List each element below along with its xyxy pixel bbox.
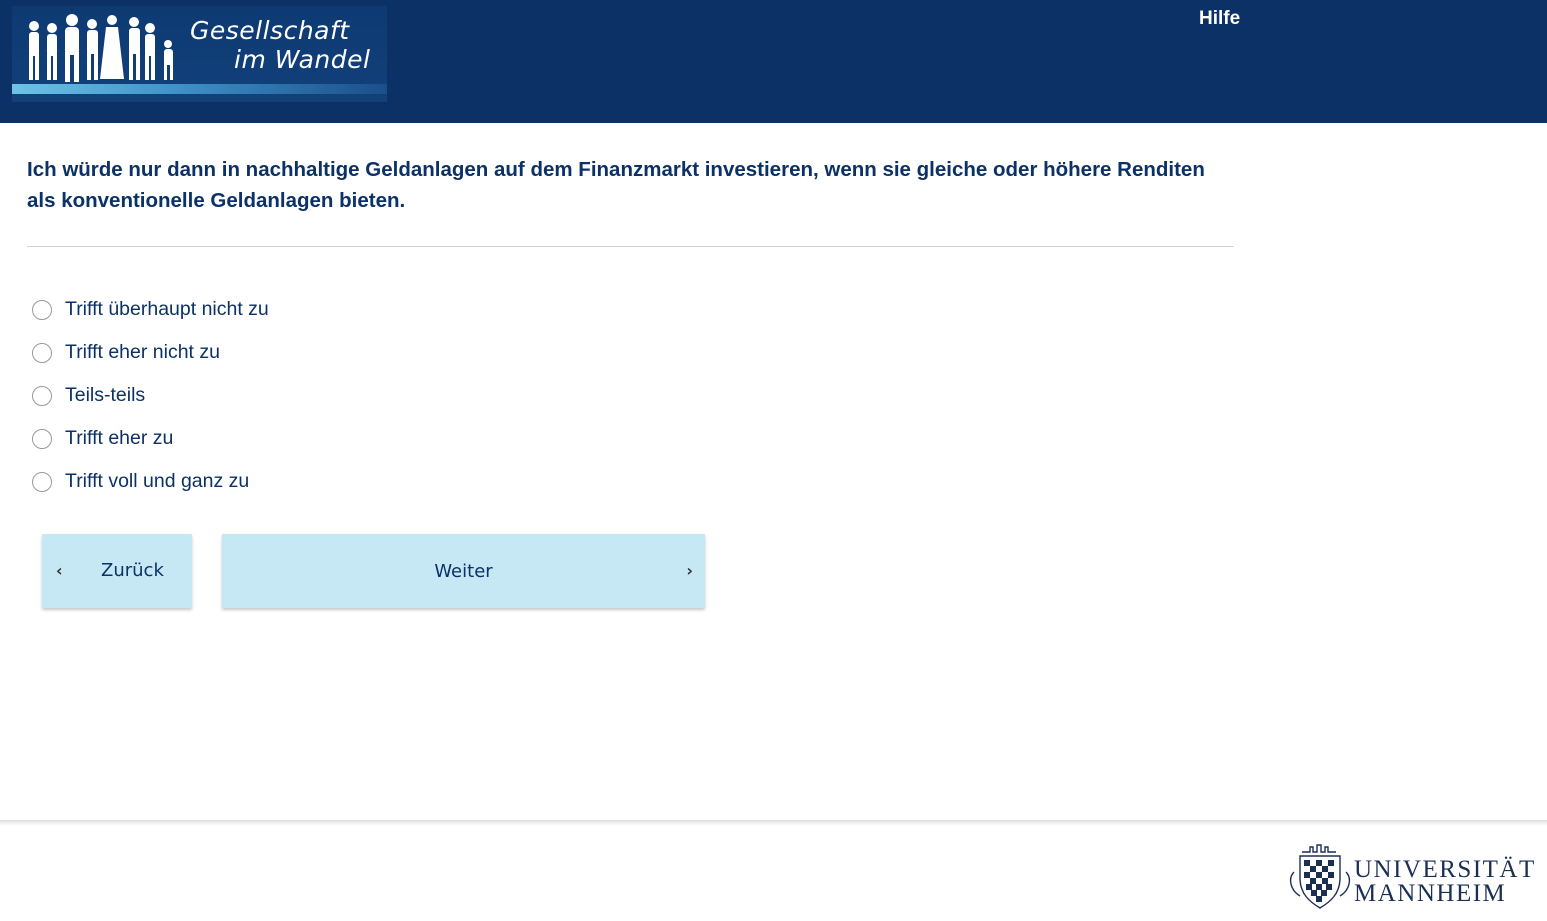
- help-link[interactable]: Hilfe: [1199, 8, 1240, 30]
- radio-button[interactable]: [32, 471, 52, 492]
- answer-options: Trifft überhaupt nicht zu Trifft eher ni…: [32, 288, 269, 503]
- radio-button[interactable]: [32, 385, 52, 406]
- university-name: UNIVERSITÄT MANNHEIM: [1354, 856, 1536, 907]
- logo-line-2: im Wandel: [234, 45, 371, 74]
- logo-text: Gesellschaft im Wandel: [190, 16, 370, 74]
- option-label: Teils-teils: [65, 384, 146, 406]
- radio-button[interactable]: [32, 428, 52, 449]
- next-button[interactable]: Weiter ›: [222, 534, 705, 608]
- option-trifft-voll-und-ganz-zu[interactable]: Trifft voll und ganz zu: [32, 460, 269, 503]
- header-bar: Gesellschaft im Wandel Hilfe: [0, 0, 1547, 123]
- option-teils-teils[interactable]: Teils-teils: [32, 374, 269, 417]
- back-button[interactable]: ‹ Zurück: [42, 534, 192, 608]
- option-trifft-eher-nicht-zu[interactable]: Trifft eher nicht zu: [32, 331, 269, 374]
- option-label: Trifft voll und ganz zu: [65, 470, 250, 492]
- university-crest-icon: [1289, 844, 1351, 909]
- chevron-left-icon: ‹: [56, 561, 63, 580]
- next-button-label: Weiter: [434, 560, 493, 582]
- option-label: Trifft eher nicht zu: [65, 341, 220, 363]
- option-label: Trifft eher zu: [65, 427, 174, 449]
- question-text: Ich würde nur dann in nachhaltige Geldan…: [27, 158, 1205, 212]
- radio-button[interactable]: [32, 299, 52, 320]
- option-label: Trifft überhaupt nicht zu: [65, 298, 269, 320]
- chevron-right-icon: ›: [686, 561, 693, 580]
- university-line-2: MANNHEIM: [1354, 880, 1507, 907]
- logo-line-1: Gesellschaft: [190, 16, 350, 45]
- question-divider: [27, 246, 1234, 247]
- back-button-label: Zurück: [101, 560, 164, 581]
- footer-divider: [0, 820, 1547, 826]
- gesellschaft-im-wandel-logo: Gesellschaft im Wandel: [12, 6, 387, 102]
- option-trifft-eher-zu[interactable]: Trifft eher zu: [32, 417, 269, 460]
- university-line-1: UNIVERSITÄT: [1354, 856, 1536, 883]
- option-trifft-ueberhaupt-nicht-zu[interactable]: Trifft überhaupt nicht zu: [32, 288, 269, 331]
- logo-gradient-band: [12, 84, 387, 94]
- people-silhouette-icon: [29, 14, 173, 82]
- universitaet-mannheim-logo: UNIVERSITÄT MANNHEIM: [1288, 842, 1543, 914]
- radio-button[interactable]: [32, 342, 52, 363]
